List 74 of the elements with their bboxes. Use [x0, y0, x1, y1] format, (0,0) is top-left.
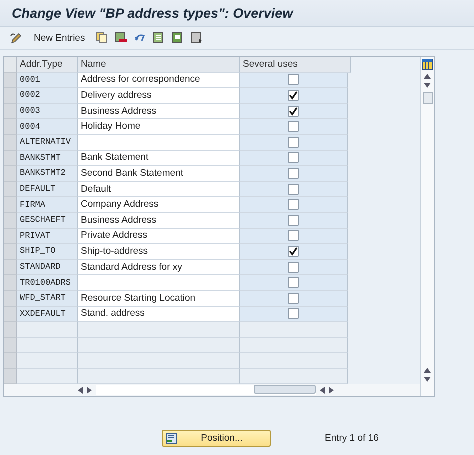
- checkbox[interactable]: [288, 121, 299, 132]
- table-cell: 0001: [17, 72, 78, 88]
- entry-info: Entry 1 of 16: [325, 433, 379, 444]
- scrollbar-thumb[interactable]: [422, 92, 433, 104]
- table-cell: Company Address: [78, 197, 240, 213]
- scroll-down-icon[interactable]: [424, 377, 432, 382]
- table-cell: STANDARD: [17, 260, 78, 276]
- table-cell: Address for correspondence: [78, 72, 240, 88]
- table-cell: Ship-to-address: [78, 244, 240, 260]
- table-cell: ALTERNATIV: [17, 134, 78, 151]
- window-title: Change View "BP address types": Overview: [12, 6, 294, 20]
- table-cell: BANKSTMT2: [17, 166, 78, 182]
- checkbox[interactable]: [288, 168, 299, 179]
- column-header[interactable]: Addr.Type: [17, 57, 78, 73]
- table-cell: WFD_START: [17, 290, 78, 306]
- checkbox[interactable]: [288, 277, 299, 288]
- position-icon: [166, 433, 177, 444]
- scroll-left-icon[interactable]: [320, 386, 325, 394]
- deselect-icon[interactable]: [191, 32, 204, 44]
- table-cell: Second Bank Statement: [78, 166, 240, 182]
- checkbox[interactable]: [288, 184, 299, 195]
- table-cell: Holiday Home: [78, 119, 240, 135]
- table-cell: Standard Address for xy: [78, 260, 240, 276]
- position-button[interactable]: Position...: [162, 430, 271, 448]
- table-cell: PRIVAT: [17, 228, 78, 244]
- table-cell: Resource Starting Location: [78, 290, 240, 306]
- select-all-icon[interactable]: [153, 32, 166, 44]
- table-cell: DEFAULT: [17, 182, 78, 198]
- checkbox[interactable]: [288, 262, 299, 273]
- undo-icon[interactable]: [134, 32, 146, 44]
- checkbox[interactable]: [288, 308, 299, 320]
- table-cell: TR0100ADRS: [17, 275, 78, 291]
- table-cell: Default: [78, 182, 240, 198]
- table-cell: BANKSTMT: [17, 150, 78, 166]
- checkbox[interactable]: [288, 199, 299, 210]
- scroll-left-icon[interactable]: [78, 386, 83, 394]
- delete-row-icon[interactable]: [115, 32, 128, 44]
- table-cell: 0002: [17, 88, 78, 104]
- checkbox[interactable]: [288, 74, 299, 86]
- copy-icon[interactable]: [96, 32, 108, 44]
- table-cell: SHIP_TO: [17, 244, 78, 260]
- checkbox[interactable]: [288, 136, 299, 148]
- checkbox[interactable]: [288, 152, 299, 164]
- table-cell: Private Address: [78, 228, 240, 244]
- table-cell: 0004: [17, 119, 78, 135]
- scrollbar-thumb[interactable]: [254, 385, 316, 394]
- table-cell: Bank Statement: [78, 150, 240, 166]
- checkbox[interactable]: [288, 292, 299, 304]
- checkbox[interactable]: [288, 90, 299, 101]
- table-cell: 0003: [17, 104, 78, 120]
- select-all-cell[interactable]: [4, 57, 17, 73]
- checkbox[interactable]: [288, 106, 299, 117]
- table-cell: Stand. address: [78, 306, 240, 322]
- table-cell: Delivery address: [78, 88, 240, 104]
- scroll-up-icon[interactable]: [424, 74, 432, 79]
- new-entries-button[interactable]: New Entries: [30, 32, 90, 44]
- checkbox[interactable]: [288, 230, 299, 242]
- column-header[interactable]: Several uses: [240, 57, 351, 73]
- pencil-icon[interactable]: [10, 32, 23, 44]
- row-selector[interactable]: [4, 368, 17, 384]
- column-header[interactable]: Name: [78, 57, 240, 73]
- select-block-icon[interactable]: [172, 32, 184, 44]
- table-cell: FIRMA: [17, 197, 78, 213]
- table-cell: XXDEFAULT: [17, 306, 78, 322]
- scroll-right-icon[interactable]: [87, 386, 92, 394]
- table-cell: Business Address: [78, 212, 240, 229]
- checkbox[interactable]: [288, 214, 299, 226]
- column-settings-icon[interactable]: [422, 59, 434, 70]
- scroll-down-icon[interactable]: [424, 83, 432, 88]
- scroll-up-icon[interactable]: [424, 368, 432, 374]
- checkbox[interactable]: [288, 246, 299, 257]
- table-cell: GESCHAEFT: [17, 212, 78, 229]
- scroll-right-icon[interactable]: [329, 386, 334, 394]
- table-cell: Business Address: [78, 104, 240, 120]
